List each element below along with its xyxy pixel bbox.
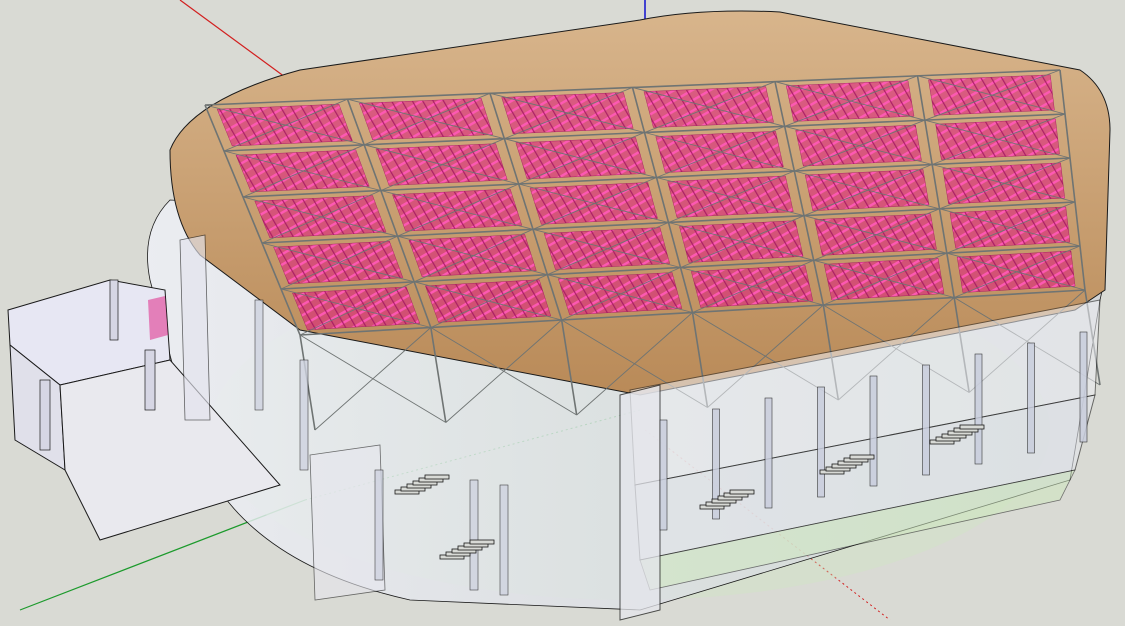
stair-step	[959, 424, 985, 430]
facade-column	[1027, 342, 1035, 454]
facade-column	[299, 359, 309, 471]
facade-column	[1079, 331, 1088, 443]
stair-step	[424, 474, 450, 480]
facade-column	[469, 479, 479, 591]
stair-step	[849, 454, 875, 460]
3d-model-viewport[interactable]	[0, 0, 1125, 626]
stair-step	[469, 539, 495, 545]
facade-column	[254, 299, 264, 411]
facade-column	[499, 484, 509, 596]
stair-step	[729, 489, 755, 495]
facade-column	[659, 419, 668, 531]
facade-column	[869, 375, 878, 487]
facade-column	[817, 386, 825, 498]
facade-column	[374, 469, 384, 581]
facade-column	[764, 397, 773, 509]
facade-column	[974, 353, 983, 465]
model-scene[interactable]	[0, 0, 1125, 626]
facade-column	[922, 364, 930, 476]
